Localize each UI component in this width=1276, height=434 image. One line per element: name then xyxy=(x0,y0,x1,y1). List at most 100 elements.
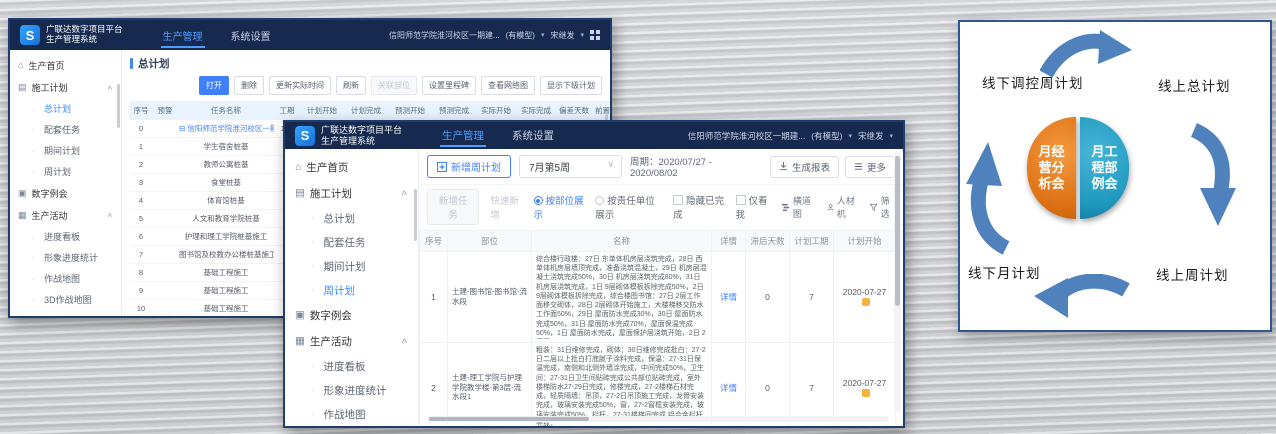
sidebar-item[interactable]: 周计划 xyxy=(10,161,121,182)
nav-item[interactable]: 系统设置 xyxy=(217,20,285,50)
sidebar-item[interactable]: 作战地图 xyxy=(10,268,121,289)
plan-cycle-diagram: 线下调控周计划 线上总计划 线下月计划 线上周计划 月经 营分 析会 月工 程部… xyxy=(958,20,1272,332)
sidebar-item[interactable]: ▤ 施工计划 ∧ xyxy=(10,76,121,98)
radio-by-unit[interactable]: 按责任单位展示 xyxy=(595,193,662,221)
sidebar-item[interactable]: 进度看板 xyxy=(285,354,418,378)
sidebar: ⌂ 生产首页 ▤ 施工计划 ∧ 总计划 xyxy=(285,149,419,426)
monthly-operation-meeting: 月经 营分 析会 xyxy=(1027,117,1076,219)
toolbar-button[interactable]: 打开 xyxy=(199,76,229,95)
nav-item[interactable]: 生产管理 xyxy=(149,20,217,50)
gantt-icon xyxy=(782,203,790,212)
sidebar-item[interactable]: ⌂ 生产首页 xyxy=(10,54,121,76)
add-task-button[interactable]: 新增任务 xyxy=(427,189,479,225)
project-name[interactable]: 信阳师范学院淮河校区一期建... xyxy=(688,130,806,142)
desktop: { "colors":{"accent_blue":"#4080ff","nav… xyxy=(0,0,1276,434)
nav-item[interactable]: 系统设置 xyxy=(498,122,568,149)
week-plan-toolbar: 新增周计划 7月第5周 ∨ 周期：2020/07/27 - 2020/08/02… xyxy=(419,149,903,184)
sidebar-item[interactable]: 周计划 xyxy=(285,278,418,302)
sidebar-item[interactable]: 形象进度统计 xyxy=(10,247,121,268)
sidebar-item[interactable]: 总计划 xyxy=(285,206,418,230)
sidebar-item[interactable]: 期间计划 xyxy=(285,254,418,278)
person-icon xyxy=(827,203,834,212)
column-header: 部位 xyxy=(448,231,532,252)
quick-add-button[interactable]: 快速新增 xyxy=(490,193,522,221)
week-select[interactable]: 7月第5周 ∨ xyxy=(519,155,622,178)
caret-down-icon[interactable]: ▾ xyxy=(580,31,584,39)
sidebar-item[interactable]: ▦ 生产活动 ∧ xyxy=(285,328,418,354)
apps-icon[interactable] xyxy=(590,30,600,40)
top-nav: 生产管理系统设置 xyxy=(428,122,568,149)
toolbar-button[interactable]: 更新实际时间 xyxy=(269,76,331,95)
sidebar-item[interactable]: ▤ 施工计划 ∧ xyxy=(285,180,418,206)
sidebar-item-label: 期间计划 xyxy=(44,144,80,157)
column-header: 预测开始 xyxy=(388,101,432,120)
sidebar-item[interactable]: 进度看板 xyxy=(10,226,121,247)
detail-link[interactable]: 详情 xyxy=(720,383,737,393)
sidebar-item[interactable]: 配套任务 xyxy=(10,119,121,140)
model-badge: (有模型) xyxy=(506,30,535,41)
vertical-scrollbar[interactable] xyxy=(894,152,901,412)
column-header: 实际完成 xyxy=(516,101,556,120)
nav-item[interactable]: 生产管理 xyxy=(428,122,498,149)
toolbar-button[interactable]: 显示下级计划 xyxy=(540,76,602,95)
sidebar-item[interactable]: 形象进度统计 xyxy=(285,378,418,402)
checkbox-hide-done[interactable]: 隐藏已完成 xyxy=(673,193,724,221)
column-header: 计划开始 xyxy=(300,101,344,120)
export-icon xyxy=(779,162,788,171)
user-name[interactable]: 宋继发 xyxy=(550,30,574,41)
sidebar-item[interactable]: 期间计划 xyxy=(10,140,121,161)
sidebar-scrollbar[interactable] xyxy=(414,189,417,241)
sidebar-item[interactable]: 配套任务 xyxy=(285,230,418,254)
header-right: 信阳师范学院淮河校区一期建... (有模型) ▾ 宋继发 ▾ xyxy=(688,130,893,142)
collapse-arrow-icon: ∧ xyxy=(106,83,113,91)
radio-by-part[interactable]: 按部位展示 xyxy=(534,193,585,221)
sidebar-item[interactable]: ▣ 数字例会 xyxy=(285,302,418,328)
sidebar-item[interactable]: 施工相册 xyxy=(10,310,121,316)
main-panel: 新增周计划 7月第5周 ∨ 周期：2020/07/27 - 2020/08/02… xyxy=(419,149,903,426)
gantt-view-button[interactable]: 横道图 xyxy=(782,194,815,220)
sidebar-item[interactable]: 总计划 xyxy=(10,98,121,119)
checkbox-only-me[interactable]: 仅看我 xyxy=(736,193,771,221)
app-header: S 广联达数字项目平台 生产管理系统 生产管理系统设置 信阳师范学院淮河校区一期… xyxy=(10,20,610,50)
table-row[interactable]: 1 土建-图书馆-图书馆-流水段 综合楼行政楼：27日 东单体机房层浇筑完成，2… xyxy=(420,252,904,343)
project-name[interactable]: 信阳师范学院淮河校区一期建... xyxy=(389,30,500,41)
sidebar-item[interactable]: ▣ 数字例会 xyxy=(10,182,121,204)
horizontal-scrollbar[interactable] xyxy=(427,416,889,422)
sidebar-scrollbar[interactable] xyxy=(117,84,120,128)
toolbar-button[interactable]: 查看网络图 xyxy=(481,76,535,95)
sidebar-item[interactable]: 3D作战地图 xyxy=(10,289,121,310)
filter-button[interactable]: 筛选 xyxy=(870,194,895,220)
sidebar-item-label: 周计划 xyxy=(44,165,71,178)
resources-button[interactable]: 人材机 xyxy=(827,194,859,220)
generate-report-button[interactable]: 生成报表 xyxy=(770,156,839,178)
toolbar-button[interactable]: 设置里程碑 xyxy=(422,76,476,95)
sidebar-item[interactable]: ▦ 生产活动 ∧ xyxy=(10,204,121,226)
toolbar-button[interactable]: 刷新 xyxy=(336,76,366,95)
label-online-weekly-plan: 线上周计划 xyxy=(1156,264,1229,284)
sidebar-item-label: 形象进度统计 xyxy=(324,383,387,398)
task-toolbar: 新增任务 快速新增 按部位展示 按责任单位展示 隐藏已完成 仅看我 横道图 人材… xyxy=(419,184,903,230)
caret-down-icon[interactable]: ▾ xyxy=(848,132,852,140)
sidebar-item-label: 生产首页 xyxy=(28,59,64,72)
checkbox-icon xyxy=(736,195,746,205)
scrollbar-thumb[interactable] xyxy=(895,156,900,306)
more-button[interactable]: 更多 xyxy=(845,156,895,178)
table-row[interactable]: 2 土建-理工学院与护理学院教学楼-第3层-流水段1 粗装：31日维修完成，砌体… xyxy=(420,343,904,427)
sidebar-item[interactable]: ⌂ 生产首页 xyxy=(285,154,418,180)
toolbar-button[interactable]: 删除 xyxy=(234,76,264,95)
sidebar-item[interactable]: 作战地图 xyxy=(285,402,418,426)
column-header: 预警 xyxy=(152,101,178,120)
new-week-plan-button[interactable]: 新增周计划 xyxy=(427,155,511,178)
task-name-cell: 粗装：31日维修完成，砌体：30日维修完成批白：27-2日二层以上批白打底腻子涂… xyxy=(536,346,707,426)
period-range: 周期：2020/07/27 - 2020/08/02 xyxy=(630,154,762,179)
title-accent-bar xyxy=(130,58,133,69)
model-badge: (有模型) xyxy=(811,130,842,142)
sidebar-item-icon: ▦ xyxy=(18,210,27,221)
front-app-window: S 广联达数字项目平台 生产管理系统 生产管理系统设置 信阳师范学院淮河校区一期… xyxy=(283,120,905,428)
user-name[interactable]: 宋继发 xyxy=(858,130,884,142)
toolbar-button[interactable]: 关联部位 xyxy=(371,76,417,95)
scrollbar-thumb[interactable] xyxy=(429,417,589,421)
detail-link[interactable]: 详情 xyxy=(720,292,737,302)
caret-down-icon[interactable]: ▾ xyxy=(541,31,545,39)
caret-down-icon[interactable]: ▾ xyxy=(889,132,893,140)
